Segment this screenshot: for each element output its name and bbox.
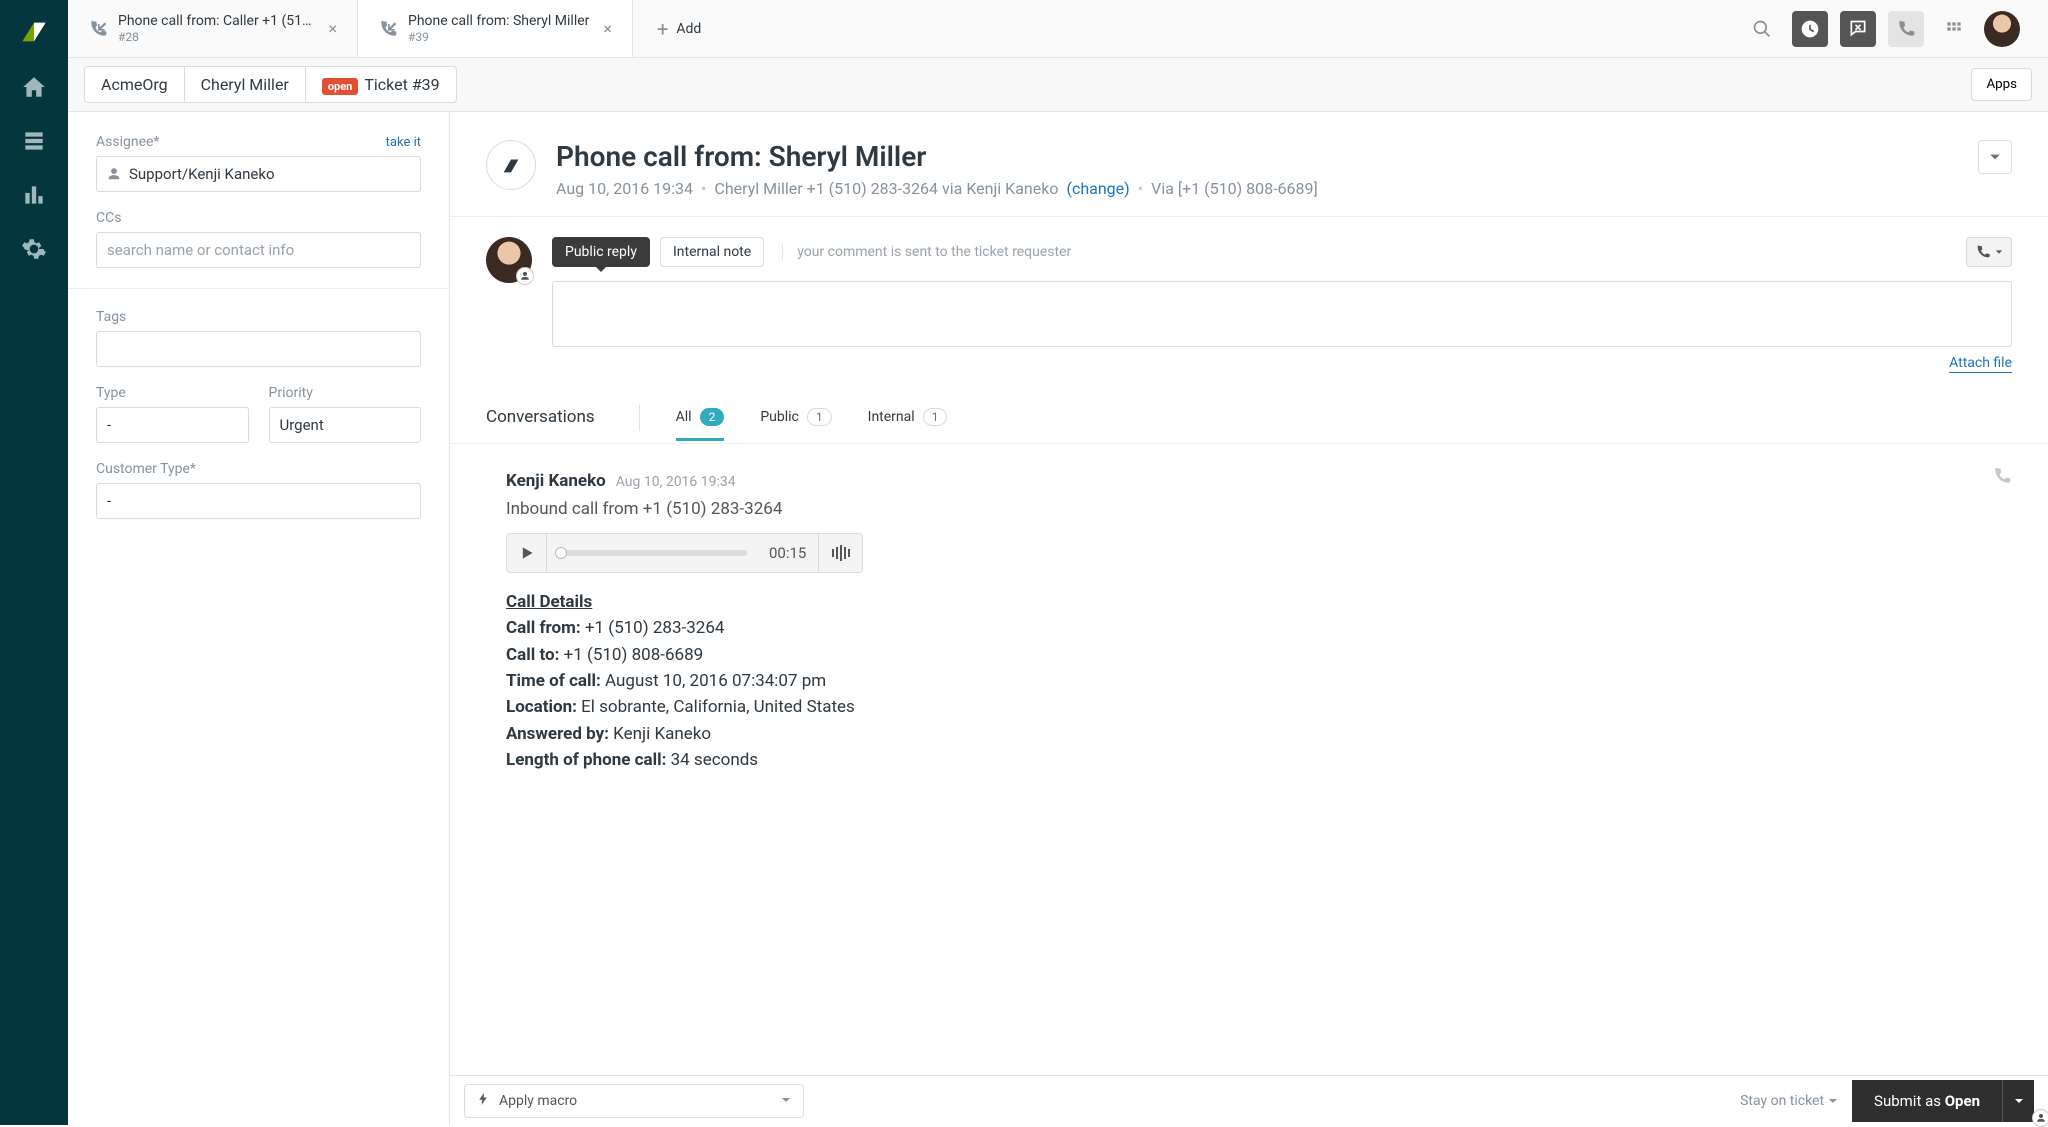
customer-type-label: Customer Type*	[96, 461, 196, 477]
apps-grid-icon[interactable]	[1936, 11, 1972, 47]
agent-badge-icon	[516, 267, 534, 285]
home-icon[interactable]	[21, 74, 47, 100]
ticket-options-button[interactable]	[1978, 140, 2012, 174]
chat-close-icon[interactable]	[1840, 11, 1876, 47]
crumb-org[interactable]: AcmeOrg	[85, 67, 185, 102]
app-shell: Phone call from: Caller +1 (510... #28 ×…	[68, 0, 2048, 1125]
crumb-ticket[interactable]: openTicket #39	[306, 67, 456, 102]
tab-ticket-39[interactable]: Phone call from: Sheryl Miller #39 ×	[358, 0, 633, 57]
crumb-requester[interactable]: Cheryl Miller	[185, 67, 306, 102]
tab-title: Phone call from: Caller +1 (510...	[118, 13, 314, 30]
agent-avatar	[486, 237, 532, 283]
filter-public[interactable]: Public 1	[760, 408, 831, 441]
conversation-filters: Conversations All 2 Public 1 Internal	[450, 391, 2048, 444]
tab-strip: Phone call from: Caller +1 (510... #28 ×…	[68, 0, 2048, 58]
person-icon	[107, 167, 121, 181]
plus-icon: +	[657, 17, 668, 41]
apply-macro-button[interactable]: Apply macro	[464, 1084, 804, 1118]
filter-all[interactable]: All 2	[676, 408, 725, 441]
event-time: Aug 10, 2016 19:34	[616, 474, 736, 490]
reply-textarea[interactable]	[552, 281, 2012, 347]
ticket-requester-meta: Cheryl Miller +1 (510) 283-3264 via Kenj…	[714, 179, 1058, 198]
ticket-footer: Apply macro Stay on ticket Submit as Ope…	[450, 1075, 2048, 1125]
incoming-call-icon	[88, 19, 108, 39]
assignee-label: Assignee*	[96, 134, 159, 150]
tags-label: Tags	[96, 309, 126, 325]
close-icon[interactable]: ×	[603, 19, 612, 38]
settings-icon[interactable]	[21, 236, 47, 262]
ticket-main: Phone call from: Sheryl Miller Aug 10, 2…	[450, 112, 2048, 1125]
public-reply-tab[interactable]: Public reply	[552, 237, 650, 267]
ticket-event: Kenji Kaneko Aug 10, 2016 19:34 Inbound …	[450, 444, 2048, 853]
call-dropdown-button[interactable]	[1966, 237, 2012, 267]
change-requester-link[interactable]: (change)	[1066, 179, 1129, 198]
nav-rail	[0, 0, 68, 1125]
tab-subtitle: #39	[408, 30, 589, 44]
priority-label: Priority	[269, 385, 313, 401]
audio-duration: 00:15	[757, 534, 818, 572]
reports-icon[interactable]	[21, 182, 47, 208]
attach-file-link[interactable]: Attach file	[1949, 355, 2012, 373]
ticket-timestamp: Aug 10, 2016 19:34	[556, 179, 693, 198]
event-summary: Inbound call from +1 (510) 283-3264	[506, 499, 2012, 519]
call-details: Call Details Call from: +1 (510) 283-326…	[506, 589, 2012, 773]
type-select[interactable]: -	[96, 407, 249, 443]
add-label: Add	[676, 21, 701, 37]
assignee-field[interactable]: Support/Kenji Kaneko	[96, 156, 421, 192]
priority-select[interactable]: Urgent	[269, 407, 422, 443]
ticket-sidebar: Assignee* take it Support/Kenji Kaneko C…	[68, 112, 450, 1125]
breadcrumb-bar: AcmeOrg Cheryl Miller openTicket #39 App…	[68, 58, 2048, 112]
ticket-via: Via [+1 (510) 808-6689]	[1151, 179, 1318, 198]
tab-ticket-28[interactable]: Phone call from: Caller +1 (510... #28 ×	[68, 0, 358, 57]
ccs-label: CCs	[96, 210, 121, 226]
conversations-dropdown[interactable]: Conversations	[486, 407, 603, 442]
chevron-down-icon	[781, 1093, 791, 1109]
reply-hint: your comment is sent to the ticket reque…	[782, 244, 1071, 260]
event-author: Kenji Kaneko	[506, 471, 606, 491]
internal-note-tab[interactable]: Internal note	[660, 237, 764, 267]
reply-composer: Public reply Internal note your comment …	[450, 217, 2048, 391]
channel-avatar-icon	[486, 140, 536, 190]
tab-subtitle: #28	[118, 30, 314, 44]
ticket-header: Phone call from: Sheryl Miller Aug 10, 2…	[450, 112, 2048, 216]
volume-button[interactable]	[818, 534, 862, 572]
brand-logo	[20, 18, 48, 46]
search-icon[interactable]	[1744, 11, 1780, 47]
talk-icon[interactable]	[1888, 11, 1924, 47]
bolt-icon	[477, 1093, 489, 1109]
current-user-avatar[interactable]	[1984, 11, 2020, 47]
breadcrumb: AcmeOrg Cheryl Miller openTicket #39	[84, 66, 457, 103]
tab-title: Phone call from: Sheryl Miller	[408, 13, 589, 30]
tags-input[interactable]	[96, 331, 421, 367]
submit-button[interactable]: Submit as Open	[1852, 1080, 2002, 1122]
phone-icon	[1992, 466, 2012, 490]
play-button[interactable]	[507, 534, 547, 572]
filter-internal[interactable]: Internal 1	[868, 408, 948, 441]
apps-button[interactable]: Apps	[1971, 68, 2032, 101]
type-label: Type	[96, 385, 126, 401]
add-tab-button[interactable]: + Add	[633, 0, 725, 57]
close-icon[interactable]: ×	[328, 19, 337, 38]
audio-player: 00:15	[506, 533, 863, 573]
incoming-call-icon	[378, 19, 398, 39]
stay-on-ticket-dropdown[interactable]: Stay on ticket	[1740, 1093, 1838, 1109]
submit-dropdown-button[interactable]	[2002, 1080, 2034, 1122]
ccs-input[interactable]	[96, 232, 421, 268]
customer-type-select[interactable]: -	[96, 483, 421, 519]
views-icon[interactable]	[21, 128, 47, 154]
recent-icon[interactable]	[1792, 11, 1828, 47]
ticket-title: Phone call from: Sheryl Miller	[556, 140, 1958, 173]
seek-slider[interactable]	[547, 534, 757, 572]
take-it-link[interactable]: take it	[386, 135, 421, 150]
status-badge: open	[322, 78, 359, 95]
